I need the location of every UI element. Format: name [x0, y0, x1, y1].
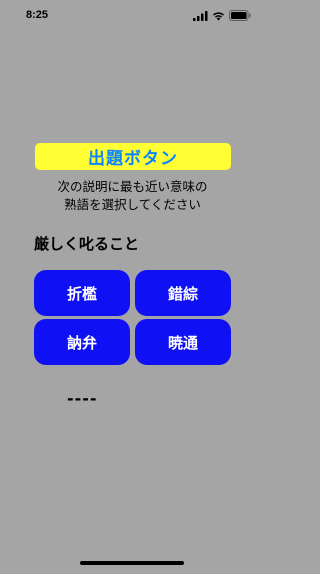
question-button[interactable]: 出題ボタン	[35, 143, 231, 170]
instruction-text: 次の説明に最も近い意味の 熟語を選択してください	[0, 178, 265, 214]
choice-label: 錯綜	[167, 284, 198, 303]
status-icons	[193, 10, 251, 21]
instruction-line-2: 熟語を選択してください	[64, 197, 201, 212]
battery-icon	[229, 10, 251, 21]
definition-text: 厳しく叱ること	[34, 235, 140, 253]
result-text: ----	[67, 389, 98, 408]
choice-label: 折檻	[66, 284, 97, 303]
choice-label: 暁通	[167, 333, 198, 352]
home-indicator[interactable]	[80, 561, 184, 565]
choice-button-1[interactable]: 折檻	[34, 270, 130, 316]
instruction-line-1: 次の説明に最も近い意味の	[57, 179, 208, 194]
choice-button-2[interactable]: 錯綜	[135, 270, 231, 316]
status-bar: 8:25	[0, 0, 265, 34]
choice-button-3[interactable]: 訥弁	[34, 319, 130, 365]
choice-label: 訥弁	[66, 333, 97, 352]
question-button-label: 出題ボタン	[88, 149, 178, 169]
status-time: 8:25	[26, 9, 49, 21]
choice-button-4[interactable]: 暁通	[135, 319, 231, 365]
signal-icon	[193, 10, 208, 21]
wifi-icon	[213, 11, 224, 20]
